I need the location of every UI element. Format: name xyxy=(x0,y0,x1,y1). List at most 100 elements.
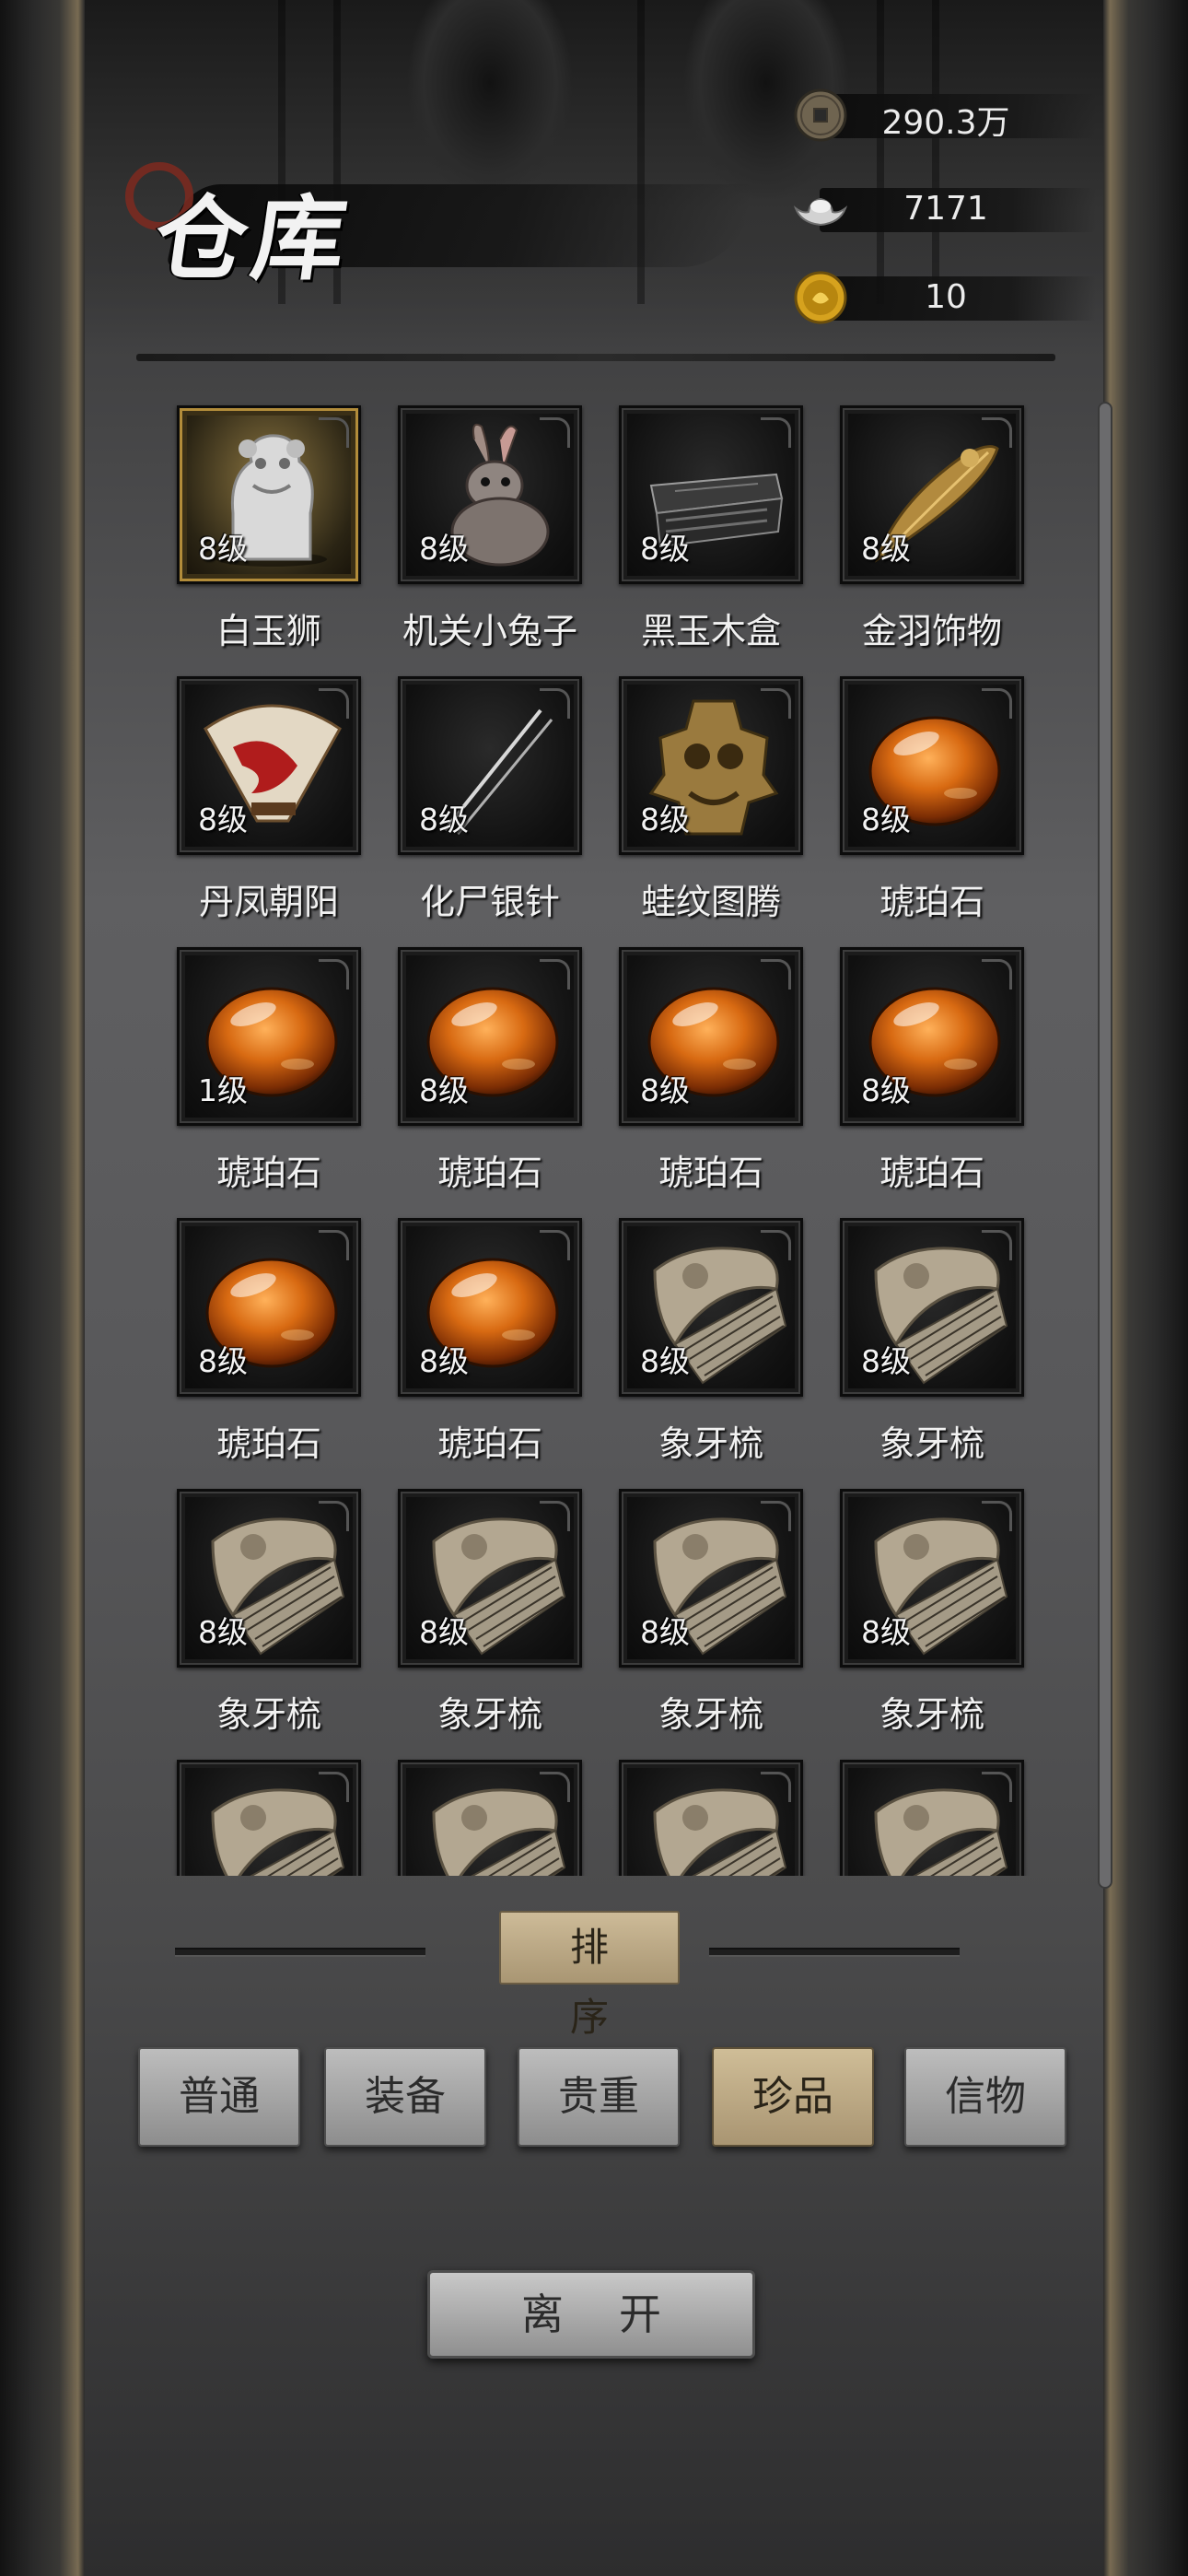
item-level: 8级 xyxy=(861,1072,911,1108)
item-frame[interactable]: 8级 xyxy=(619,1489,803,1668)
item-level: 8级 xyxy=(640,531,690,567)
item-level: 1级 xyxy=(198,1072,248,1108)
item-frame[interactable]: 8级 xyxy=(398,947,582,1126)
ivory-comb-icon xyxy=(638,1775,789,1876)
item-name: 金羽饰物 xyxy=(861,611,1002,651)
item-frame[interactable]: 1级 xyxy=(177,947,361,1126)
item-level: 8级 xyxy=(640,1072,690,1108)
item-level: 8级 xyxy=(861,531,911,567)
item-frame[interactable]: 8级 xyxy=(619,1218,803,1397)
item-level: 8级 xyxy=(861,1343,911,1379)
inventory-item[interactable]: 1级琥珀石 xyxy=(177,947,361,1195)
item-level: 8级 xyxy=(419,1614,469,1650)
ivory-comb-icon xyxy=(196,1775,347,1876)
sort-button[interactable]: 排序 xyxy=(499,1911,680,2040)
tab-3[interactable]: 珍品 xyxy=(712,2047,874,2147)
item-frame[interactable]: 8级 xyxy=(840,676,1024,855)
item-level: 8级 xyxy=(198,1343,248,1379)
inventory-item[interactable]: 8级 象牙梳 xyxy=(840,1489,1024,1737)
item-frame[interactable]: 8级 xyxy=(840,1218,1024,1397)
right-pillar xyxy=(1103,0,1188,2576)
inventory-item[interactable]: 8级 琥珀石 xyxy=(177,1218,361,1466)
left-pillar xyxy=(0,0,85,2576)
inventory-item[interactable]: 8级 象牙梳 xyxy=(619,1489,803,1737)
item-frame[interactable]: 8级 xyxy=(398,1218,582,1397)
item-name: 蛙纹图腾 xyxy=(640,882,781,922)
item-level: 8级 xyxy=(861,802,911,837)
inventory-item[interactable]: 8级象牙梳 xyxy=(398,1489,582,1737)
item-frame[interactable]: 8级 xyxy=(619,676,803,855)
inventory-item[interactable]: 8级 琥珀石 xyxy=(840,676,1024,924)
inventory-item[interactable] xyxy=(840,1760,1024,1876)
tab-0[interactable]: 普通 xyxy=(138,2047,300,2147)
tab-4[interactable]: 信物 xyxy=(904,2047,1066,2147)
silver-amount: 7171 xyxy=(903,190,988,228)
item-frame[interactable]: 8级 xyxy=(398,1489,582,1668)
item-name: 白玉狮 xyxy=(215,611,321,651)
item-level: 8级 xyxy=(198,531,248,567)
item-frame[interactable]: 8级 xyxy=(177,1218,361,1397)
item-level: 8级 xyxy=(419,802,469,837)
item-frame[interactable] xyxy=(619,1760,803,1876)
item-frame[interactable]: 8级 xyxy=(619,947,803,1126)
silver-ingot-icon xyxy=(793,197,848,227)
item-name: 机关小兔子 xyxy=(402,611,577,651)
item-name: 化尸银针 xyxy=(419,882,560,922)
inventory-item[interactable]: 8级 琥珀石 xyxy=(840,947,1024,1195)
item-level: 8级 xyxy=(861,1614,911,1650)
scrollbar[interactable] xyxy=(1098,402,1112,1889)
inventory-item[interactable]: 8级蛙纹图腾 xyxy=(619,676,803,924)
item-name: 琥珀石 xyxy=(437,1423,542,1464)
item-name: 丹凤朝阳 xyxy=(198,882,339,922)
item-name: 象牙梳 xyxy=(215,1694,321,1735)
item-frame[interactable]: 8级 xyxy=(840,947,1024,1126)
item-name: 象牙梳 xyxy=(879,1423,984,1464)
ivory-comb-icon xyxy=(859,1775,1010,1876)
item-frame[interactable]: 8级 xyxy=(398,405,582,584)
item-grid: 8级 白玉狮 8级 机关小兔子 8级 黑玉木盒 8级 金羽饰物 8级 丹凤朝阳 8级 化尸银针 8级 蛙纹… xyxy=(147,396,1050,1876)
item-frame[interactable]: 8级 xyxy=(840,1489,1024,1668)
gold-amount: 10 xyxy=(925,278,967,316)
item-frame[interactable]: 8级 xyxy=(398,676,582,855)
inventory-item[interactable]: 8级黑玉木盒 xyxy=(619,405,803,653)
item-frame[interactable]: 8级 xyxy=(177,676,361,855)
sort-divider-left xyxy=(175,1948,425,1957)
inventory-item[interactable] xyxy=(177,1760,361,1876)
currency-copper: 290.3万 xyxy=(792,87,1096,144)
item-name: 琥珀石 xyxy=(215,1153,321,1193)
item-frame[interactable] xyxy=(840,1760,1024,1876)
item-frame[interactable] xyxy=(398,1760,582,1876)
inventory-item[interactable]: 8级琥珀石 xyxy=(398,1218,582,1466)
inventory-item[interactable]: 8级 象牙梳 xyxy=(619,1218,803,1466)
item-frame[interactable]: 8级 xyxy=(177,1489,361,1668)
item-level: 8级 xyxy=(198,802,248,837)
item-level: 8级 xyxy=(640,1343,690,1379)
tab-2[interactable]: 贵重 xyxy=(518,2047,680,2147)
inventory-item[interactable]: 8级 琥珀石 xyxy=(619,947,803,1195)
inventory-item[interactable]: 8级丹凤朝阳 xyxy=(177,676,361,924)
tab-1[interactable]: 装备 xyxy=(324,2047,486,2147)
currency-gold: 10 xyxy=(792,269,1096,326)
inventory-item[interactable] xyxy=(619,1760,803,1876)
copper-amount: 290.3万 xyxy=(881,104,1010,142)
inventory-item[interactable] xyxy=(398,1760,582,1876)
currency-silver: 7171 xyxy=(792,181,1096,238)
ivory-comb-icon xyxy=(417,1775,568,1876)
item-name: 象牙梳 xyxy=(437,1694,542,1735)
inventory-item[interactable]: 8级象牙梳 xyxy=(177,1489,361,1737)
leave-button[interactable]: 离开 xyxy=(427,2270,755,2359)
item-frame[interactable]: 8级 xyxy=(177,405,361,584)
inventory-item[interactable]: 8级象牙梳 xyxy=(840,1218,1024,1466)
inventory-item[interactable]: 8级 琥珀石 xyxy=(398,947,582,1195)
item-name: 黑玉木盒 xyxy=(640,611,781,651)
item-frame[interactable]: 8级 xyxy=(619,405,803,584)
inventory-item[interactable]: 8级白玉狮 xyxy=(177,405,361,653)
inventory-item[interactable]: 8级金羽饰物 xyxy=(840,405,1024,653)
inventory-item[interactable]: 8级机关小兔子 xyxy=(398,405,582,653)
inventory-item[interactable]: 8级化尸银针 xyxy=(398,676,582,924)
item-level: 8级 xyxy=(419,1072,469,1108)
page-title: 仓库 xyxy=(147,184,359,293)
item-frame[interactable]: 8级 xyxy=(840,405,1024,584)
copper-coin-icon xyxy=(794,88,847,142)
item-frame[interactable] xyxy=(177,1760,361,1876)
